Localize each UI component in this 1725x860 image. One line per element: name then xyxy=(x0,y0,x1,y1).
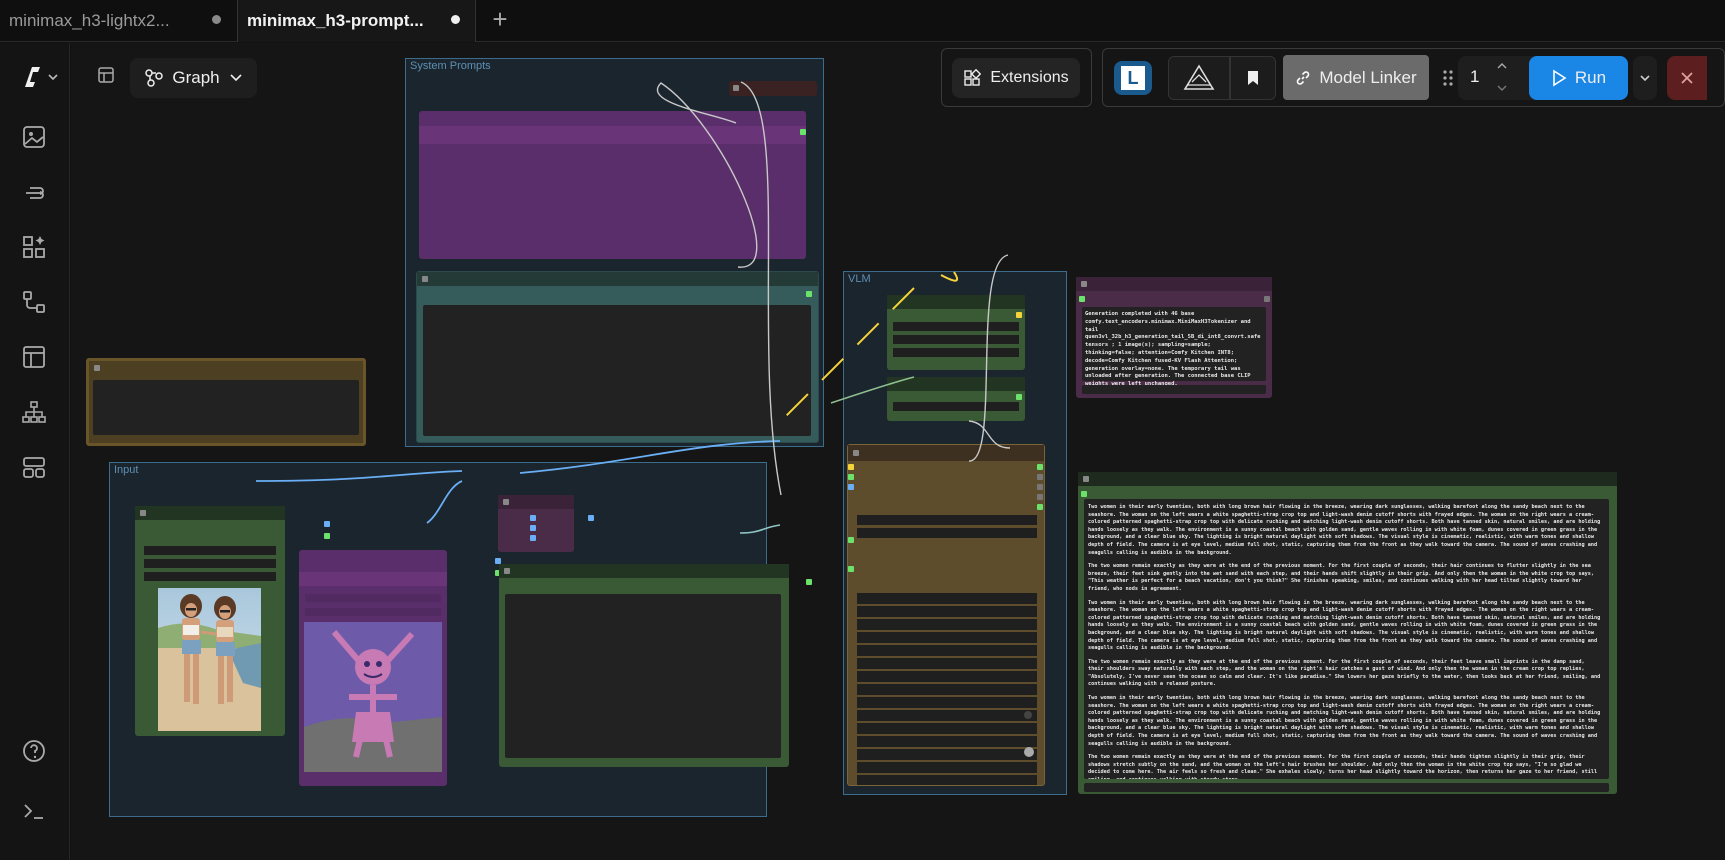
help-icon[interactable] xyxy=(20,737,48,765)
images-icon[interactable] xyxy=(20,123,48,151)
unsaved-dot-icon xyxy=(451,15,460,24)
tab-label: minimax_h3-lightx2... xyxy=(9,11,170,30)
workflows-icon[interactable] xyxy=(20,288,48,316)
unsaved-dot-icon xyxy=(212,15,221,24)
hierarchy-icon[interactable] xyxy=(20,398,48,426)
terminal-icon[interactable] xyxy=(20,797,48,825)
model-library-icon[interactable] xyxy=(20,179,48,207)
new-tab-plus-icon[interactable]: + xyxy=(487,6,513,32)
node-library-icon[interactable] xyxy=(20,233,48,261)
comfy-logo-menu-icon[interactable] xyxy=(18,63,58,91)
layout-panels-icon[interactable] xyxy=(20,453,48,481)
graph-canvas[interactable]: Graph Extensions L Model Linker 1 Run Sy… xyxy=(71,43,1725,860)
left-sidebar xyxy=(0,43,70,860)
tab-label: minimax_h3-prompt... xyxy=(247,11,424,30)
tab-workflow-1[interactable]: minimax_h3-lightx2... xyxy=(0,0,237,42)
node-links xyxy=(255,81,1011,534)
tab-workflow-2[interactable]: minimax_h3-prompt... xyxy=(237,0,476,42)
templates-icon[interactable] xyxy=(20,343,48,371)
tab-bar: minimax_h3-lightx2... minimax_h3-prompt.… xyxy=(0,0,1725,42)
